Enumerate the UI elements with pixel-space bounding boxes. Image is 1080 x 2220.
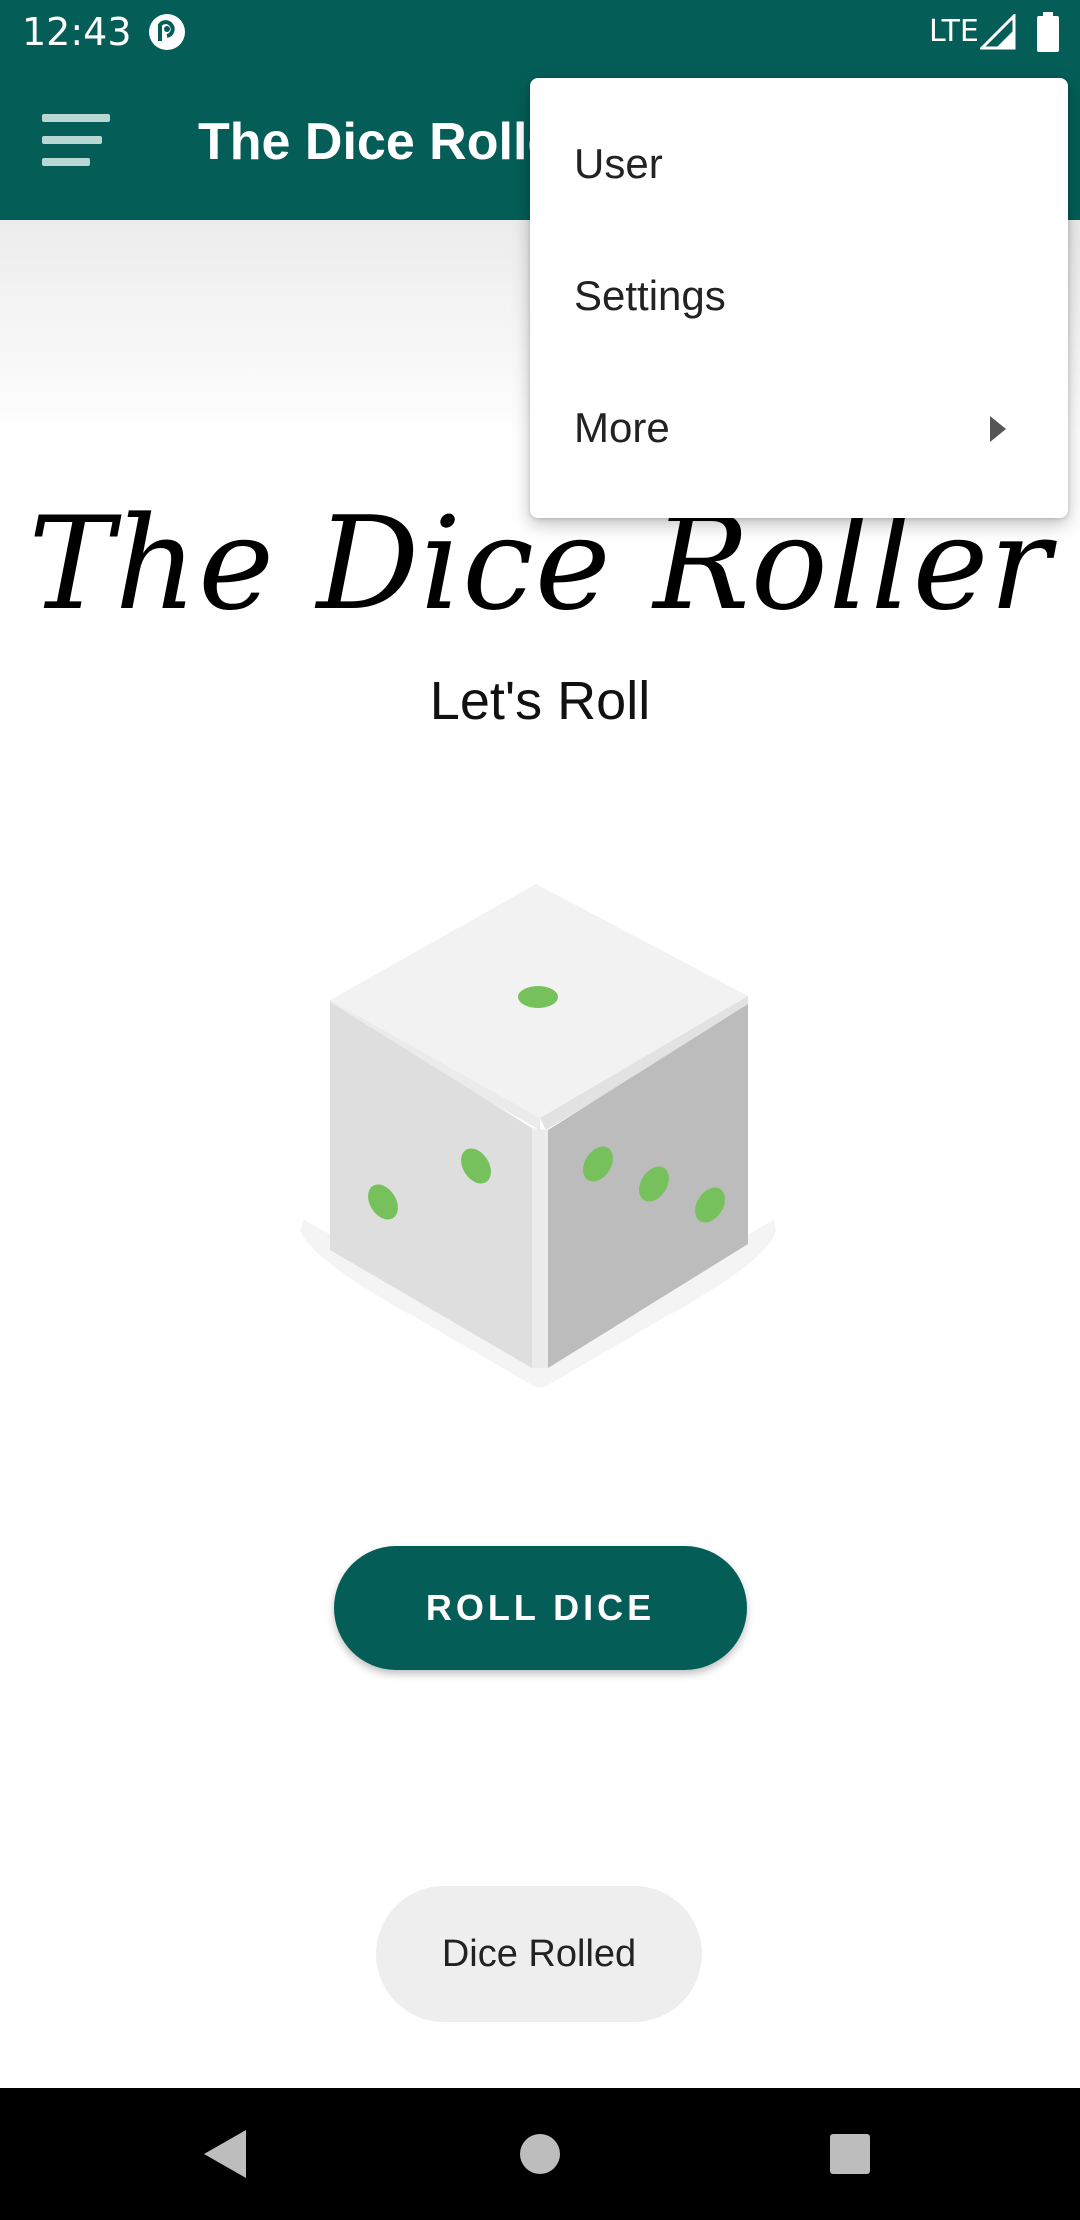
status-time: 12:43 xyxy=(22,10,132,54)
pocket-casts-icon xyxy=(149,14,185,50)
dice-icon xyxy=(300,884,776,1388)
page-subtitle: Let's Roll xyxy=(429,671,651,731)
toast-message: Dice Rolled xyxy=(376,1886,702,2022)
app-title: The Dice Roller xyxy=(198,113,577,171)
menu-item-label: Settings xyxy=(574,272,726,319)
nav-bar xyxy=(0,2088,1080,2220)
roll-dice-button[interactable]: ROLL DICE xyxy=(334,1546,747,1670)
overflow-menu: User Settings More xyxy=(530,78,1068,518)
menu-item-settings[interactable]: Settings xyxy=(530,232,1068,364)
submenu-arrow-icon xyxy=(990,416,1006,442)
status-bar: 12:43 LTE xyxy=(0,0,1080,64)
signal-icon xyxy=(980,14,1016,50)
recents-icon[interactable] xyxy=(828,2132,872,2176)
hamburger-menu-icon[interactable] xyxy=(42,112,112,172)
battery-icon xyxy=(1037,12,1059,52)
menu-item-label: User xyxy=(574,140,663,187)
menu-item-user[interactable]: User xyxy=(530,100,1068,232)
back-icon[interactable] xyxy=(200,2128,250,2180)
network-type: LTE xyxy=(929,14,979,49)
menu-item-more[interactable]: More xyxy=(530,364,1068,496)
home-icon[interactable] xyxy=(518,2132,562,2176)
menu-item-label: More xyxy=(574,404,670,451)
